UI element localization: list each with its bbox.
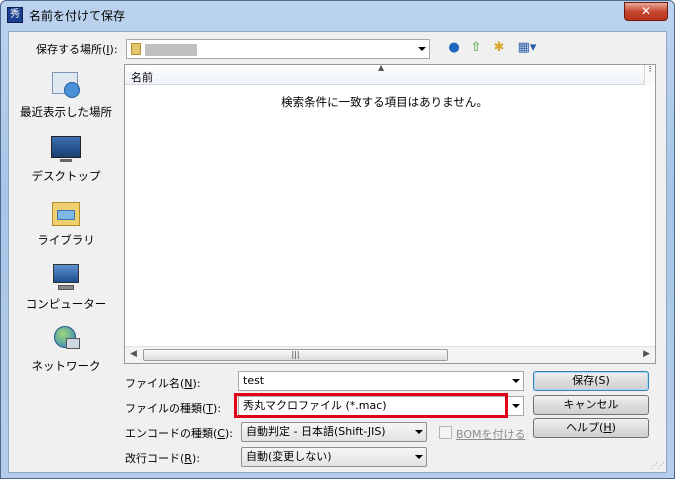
chevron-down-icon[interactable] bbox=[418, 47, 426, 51]
dialog-body: 保存する場所(I): ● ⇧ ✱ ▦▾ 最近表示した場所 デスクトップ ライブラ… bbox=[8, 31, 667, 473]
window-title: 名前を付けて保存 bbox=[29, 9, 126, 23]
up-folder-icon[interactable]: ⇧ bbox=[467, 39, 485, 57]
filename-input[interactable]: test bbox=[238, 371, 524, 391]
scroll-left-icon[interactable]: ◀ bbox=[130, 349, 137, 359]
chevron-down-icon[interactable] bbox=[512, 379, 520, 383]
recent-places-icon bbox=[50, 70, 82, 100]
file-list[interactable]: 名前 ▲ ⁝ 検索条件に一致する項目はありません。 ◀ ||| ▶ bbox=[124, 63, 656, 364]
bom-label: BOMを付ける bbox=[456, 428, 526, 441]
help-button[interactable]: ヘルプ(H) bbox=[533, 418, 649, 438]
app-icon: 秀 bbox=[7, 7, 23, 23]
places-bar: 最近表示した場所 デスクトップ ライブラリ コンピューター ネットワーク bbox=[14, 64, 118, 373]
place-recent[interactable]: 最近表示した場所 bbox=[14, 70, 118, 120]
sort-ascending-icon: ▲ bbox=[378, 63, 385, 72]
save-location-dropdown[interactable] bbox=[126, 39, 430, 59]
scrollbar-thumb[interactable]: ||| bbox=[143, 349, 448, 361]
save-as-dialog: 秀 名前を付けて保存 ✕ 保存する場所(I): ● ⇧ ✱ ▦▾ 最近表示した場… bbox=[0, 0, 675, 479]
libraries-icon bbox=[50, 198, 82, 228]
filetype-label: ファイルの種類(T): bbox=[125, 402, 222, 415]
place-computer[interactable]: コンピューター bbox=[14, 262, 118, 312]
network-icon bbox=[50, 324, 82, 354]
chevron-down-icon[interactable] bbox=[415, 455, 423, 459]
column-header-overflow: ⁝ bbox=[644, 65, 655, 85]
place-network[interactable]: ネットワーク bbox=[14, 324, 118, 374]
encoding-dropdown[interactable]: 自動判定 - 日本語(Shift-JIS) bbox=[241, 422, 427, 442]
new-folder-icon[interactable]: ✱ bbox=[490, 39, 508, 57]
linebreak-dropdown[interactable]: 自動(変更しない) bbox=[241, 447, 427, 467]
folder-icon bbox=[131, 43, 141, 55]
encoding-label: エンコードの種類(C): bbox=[125, 427, 233, 440]
save-location-label: 保存する場所(I): bbox=[36, 43, 118, 56]
horizontal-scrollbar[interactable]: ◀ ||| ▶ bbox=[125, 346, 655, 363]
chevron-down-icon[interactable] bbox=[415, 430, 423, 434]
close-button[interactable]: ✕ bbox=[624, 2, 668, 21]
filename-label: ファイル名(N): bbox=[125, 377, 201, 390]
column-header-name[interactable]: 名前 ▲ bbox=[125, 63, 644, 85]
redacted-folder-name bbox=[145, 44, 197, 56]
place-libraries[interactable]: ライブラリ bbox=[14, 198, 118, 248]
title-bar[interactable]: 秀 名前を付けて保存 ✕ bbox=[1, 1, 674, 31]
cancel-button[interactable]: キャンセル bbox=[533, 395, 649, 415]
computer-icon bbox=[50, 262, 82, 292]
back-icon[interactable]: ● bbox=[445, 39, 463, 57]
view-menu-icon[interactable]: ▦▾ bbox=[514, 39, 540, 57]
resize-grip-icon[interactable]: ⋰⋰ bbox=[650, 461, 665, 470]
save-button[interactable]: 保存(S) bbox=[533, 371, 649, 391]
desktop-icon bbox=[50, 134, 82, 164]
linebreak-label: 改行コード(R): bbox=[125, 452, 200, 465]
scroll-right-icon[interactable]: ▶ bbox=[643, 349, 650, 359]
bom-checkbox[interactable] bbox=[439, 426, 452, 439]
empty-list-message: 検索条件に一致する項目はありません。 bbox=[281, 95, 488, 109]
place-desktop[interactable]: デスクトップ bbox=[14, 134, 118, 184]
chevron-down-icon[interactable] bbox=[512, 404, 520, 408]
annotation-highlight-box bbox=[234, 393, 508, 418]
